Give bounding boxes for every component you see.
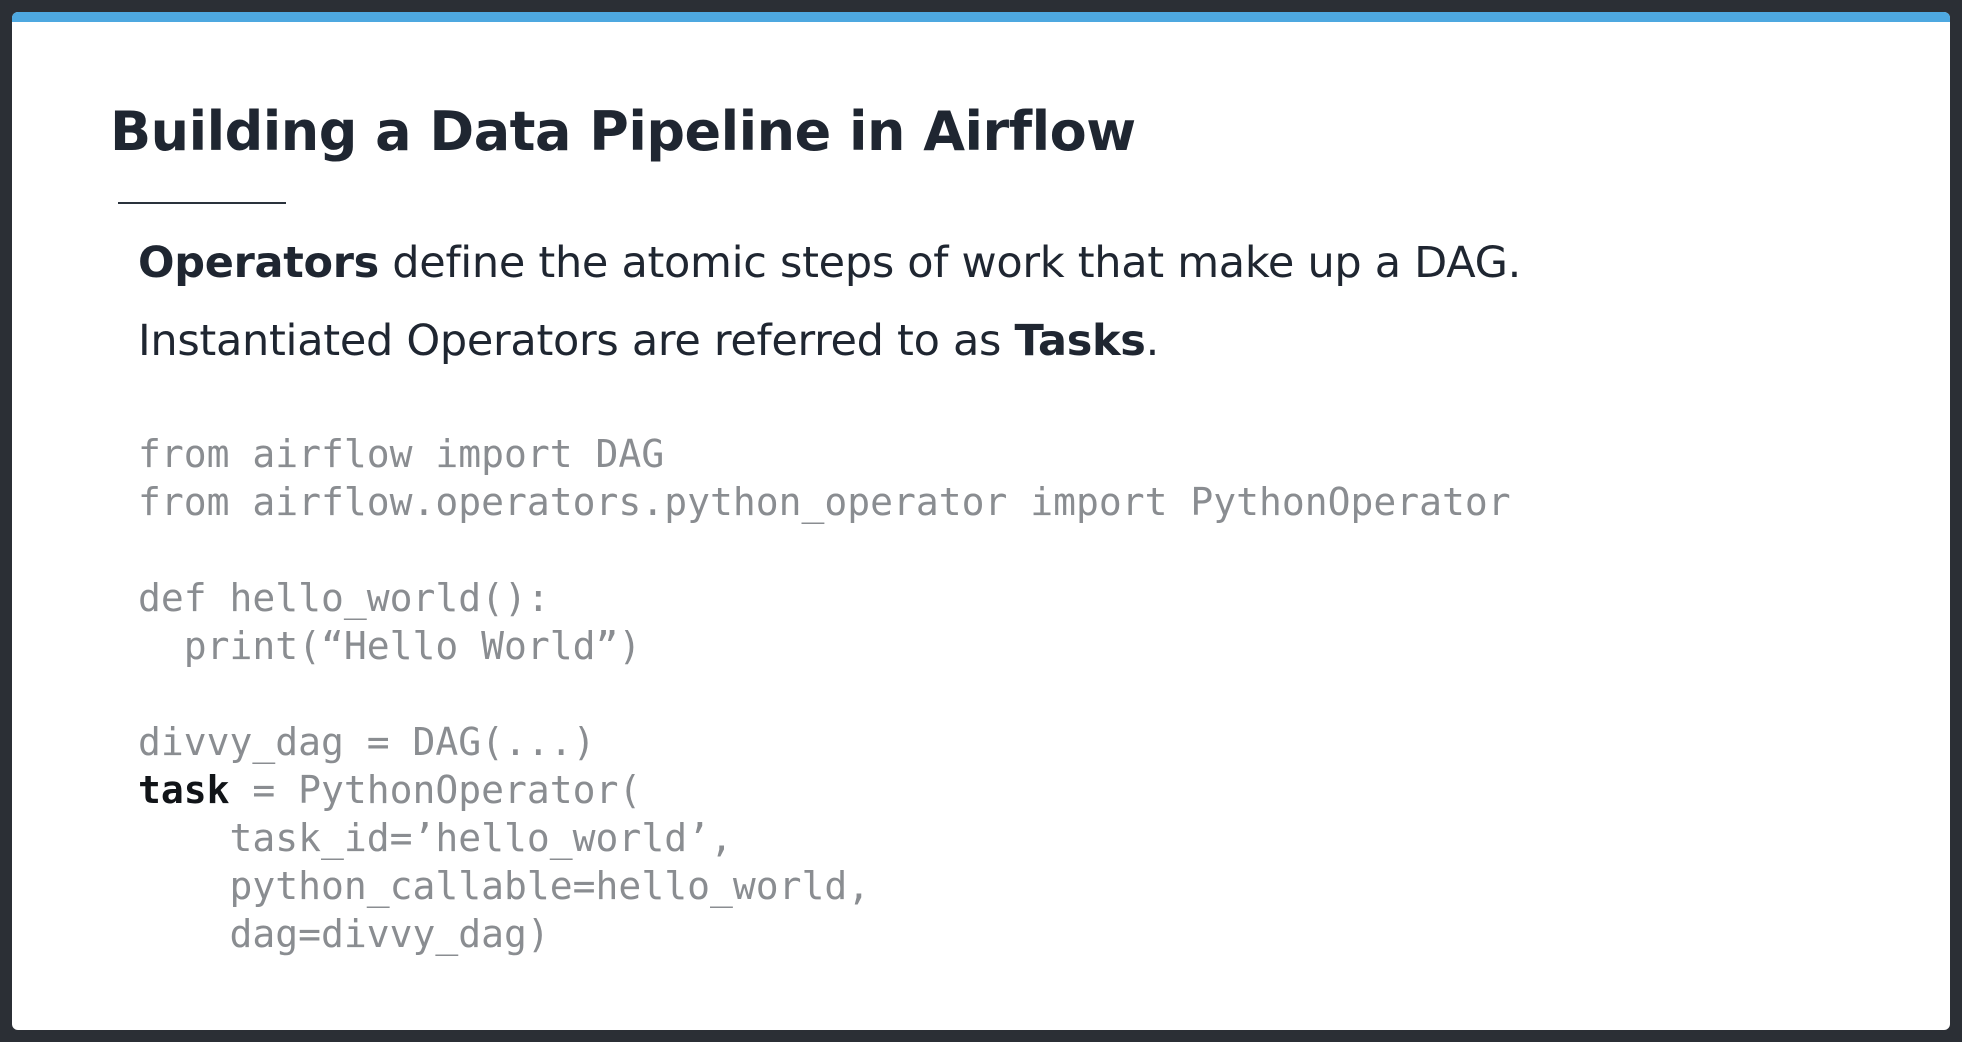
tasks-term: Tasks <box>1014 316 1146 366</box>
code-line-rest: = PythonOperator( <box>229 768 642 812</box>
code-line: task = PythonOperator( <box>138 766 1511 814</box>
code-line: print(“Hello World”) <box>138 624 642 668</box>
code-line: def hello_world(): <box>138 576 550 620</box>
operators-term: Operators <box>138 238 379 288</box>
title-underline <box>118 202 286 204</box>
code-task-variable: task <box>138 768 230 812</box>
code-line: from airflow import DAG <box>138 432 665 476</box>
code-line: task_id=’hello_world’, <box>138 816 733 860</box>
slide-title: Building a Data Pipeline in Airflow <box>110 100 1136 163</box>
code-line: divvy_dag = DAG(...) <box>138 720 596 764</box>
tasks-definition-text: Instantiated Operators are referred to a… <box>138 316 1015 366</box>
operators-definition-text: define the atomic steps of work that mak… <box>378 238 1521 288</box>
code-block: from airflow import DAG from airflow.oper… <box>138 430 1511 958</box>
presentation-frame: Building a Data Pipeline in Airflow Oper… <box>0 0 1962 1042</box>
slide-accent-bar <box>12 12 1950 22</box>
code-line: dag=divvy_dag) <box>138 912 550 956</box>
code-line: python_callable=hello_world, <box>138 864 871 908</box>
slide: Building a Data Pipeline in Airflow Oper… <box>12 12 1950 1030</box>
operators-definition: Operators define the atomic steps of wor… <box>138 238 1521 288</box>
tasks-definition-period: . <box>1145 316 1160 366</box>
tasks-definition: Instantiated Operators are referred to a… <box>138 316 1159 366</box>
code-line: from airflow.operators.python_operator i… <box>138 480 1511 524</box>
